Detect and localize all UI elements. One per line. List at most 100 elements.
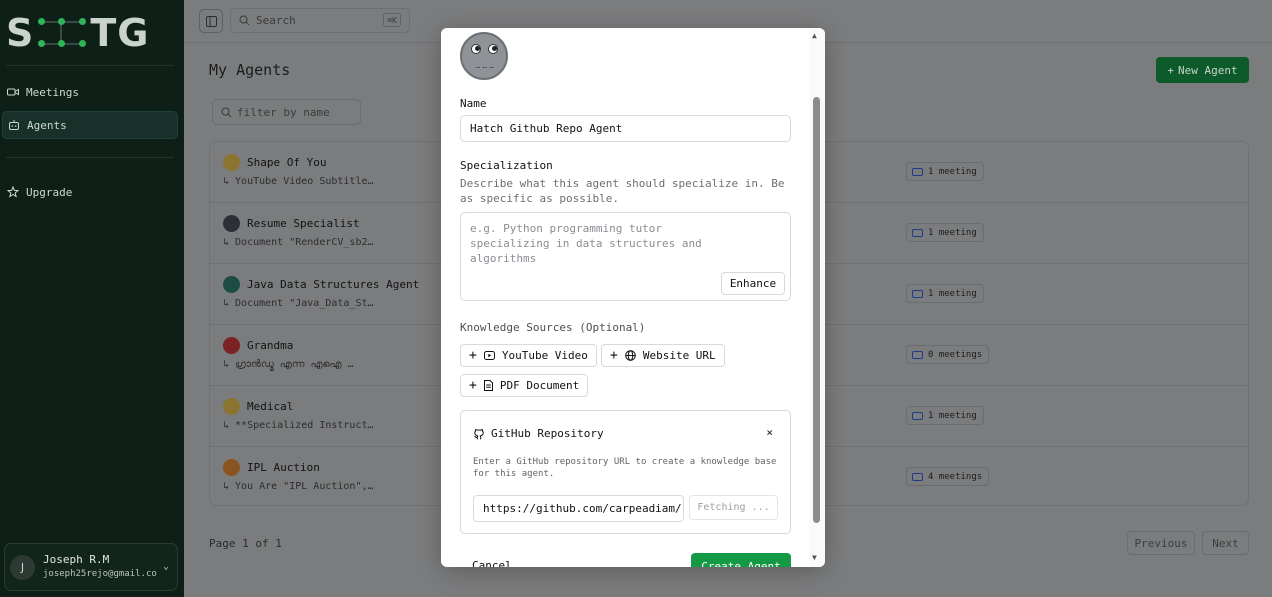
search-icon: [239, 15, 250, 26]
agent-description: ↳ You Are "IPL Auction",…: [223, 481, 374, 492]
pagination-info: Page 1 of 1: [209, 537, 282, 550]
agent-name: Shape Of You: [247, 156, 327, 169]
avatar: J: [10, 554, 35, 580]
plus-icon: +: [469, 378, 477, 393]
name-field[interactable]: Hatch Github Repo Agent: [460, 115, 791, 142]
meeting-count-badge: 1 meeting: [906, 284, 984, 303]
agent-avatar: [223, 398, 240, 415]
github-repository-card: GitHub Repository × Enter a GitHub repos…: [460, 410, 791, 534]
scrollbar-thumb[interactable]: [813, 97, 820, 523]
agent-description: ↳ Document "Java_Data_St…: [223, 298, 374, 309]
github-repository-title: GitHub Repository: [473, 427, 604, 440]
agent-name: Grandma: [247, 339, 294, 352]
agent-description: ↳ YouTube Video Subtitle…: [223, 176, 374, 187]
file-text-icon: [483, 380, 493, 391]
logo-text-left: S: [6, 11, 35, 55]
agent-avatar: [223, 459, 240, 476]
sidebar-item-upgrade[interactable]: Upgrade: [2, 178, 178, 206]
chevron-down-icon: ⌄: [162, 561, 169, 572]
sidebar-toggle-button[interactable]: [199, 9, 223, 33]
name-label: Name: [460, 97, 487, 110]
sidebar-item-agents[interactable]: Agents: [2, 111, 178, 139]
meeting-count: 1 meeting: [928, 410, 977, 421]
enhance-button[interactable]: Enhance: [721, 272, 785, 295]
sidebar-item-label: Meetings: [26, 85, 79, 99]
specialization-placeholder: e.g. Python programming tutor specializi…: [470, 222, 702, 265]
video-icon: [912, 167, 923, 176]
bot-mouth: ⠒⠒⠒: [475, 64, 496, 73]
agent-name: Resume Specialist: [247, 217, 360, 230]
filter-placeholder: filter by name: [237, 105, 330, 119]
video-icon: [912, 289, 923, 298]
shortcut-badge: ⌘K: [383, 13, 401, 27]
agent-name: Medical: [247, 400, 294, 413]
fetching-button[interactable]: Fetching ...: [689, 495, 778, 520]
github-url-input[interactable]: https://github.com/carpeadiam/: [473, 495, 684, 522]
knowledge-sources-label: Knowledge Sources (Optional): [460, 321, 646, 334]
search-placeholder: Search: [256, 14, 296, 27]
logo-text-right: TG: [90, 11, 150, 55]
sidebar-divider: [6, 65, 174, 66]
page-title: My Agents: [209, 61, 291, 79]
github-title-text: GitHub Repository: [491, 427, 604, 440]
add-website-url-button[interactable]: + Website URL: [601, 344, 725, 367]
specialization-help: Describe what this agent should speciali…: [460, 177, 785, 205]
meeting-count: 1 meeting: [928, 166, 977, 177]
scroll-down-icon[interactable]: ▼: [812, 553, 817, 562]
agent-description: ↳ Document "RenderCV_sb2…: [223, 237, 374, 248]
logo-network-icon: [36, 13, 88, 53]
agent-description: ↳ **Specialized Instruct…: [223, 420, 374, 431]
create-agent-button[interactable]: Create Agent: [691, 553, 791, 567]
specialization-textarea[interactable]: e.g. Python programming tutor specializi…: [460, 212, 791, 301]
agent-avatar-bot-icon[interactable]: ⠒⠒⠒: [460, 32, 508, 80]
globe-icon: [625, 350, 636, 361]
agent-name: IPL Auction: [247, 461, 320, 474]
plus-icon: +: [469, 348, 477, 363]
add-youtube-video-button[interactable]: + YouTube Video: [460, 344, 597, 367]
youtube-icon: [483, 351, 495, 360]
sidebar: S TG Meetings Agents Upgrade J Joseph R.…: [0, 0, 184, 597]
modal-scrollbar[interactable]: ▲ ▼: [809, 28, 825, 567]
scroll-up-icon[interactable]: ▲: [812, 31, 817, 40]
agent-avatar: [223, 337, 240, 354]
agent-avatar: [223, 154, 240, 171]
search-input[interactable]: Search ⌘K: [230, 8, 410, 33]
video-icon: [7, 88, 19, 96]
create-agent-dialog: ⠒⠒⠒ Name Hatch Github Repo Agent Special…: [441, 28, 825, 567]
video-icon: [912, 411, 923, 420]
plus-icon: +: [610, 348, 618, 363]
bot-eye: [488, 44, 498, 54]
next-button[interactable]: Next: [1202, 531, 1249, 555]
specialization-label: Specialization: [460, 159, 553, 172]
close-icon[interactable]: ×: [766, 426, 773, 439]
sidebar-item-meetings[interactable]: Meetings: [2, 78, 178, 106]
add-pdf-document-button[interactable]: + PDF Document: [460, 374, 589, 397]
sidebar-divider: [6, 157, 174, 158]
agent-avatar: [223, 276, 240, 293]
filter-input[interactable]: filter by name: [212, 99, 361, 125]
new-agent-button[interactable]: + New Agent: [1156, 57, 1249, 83]
meeting-count: 0 meetings: [928, 349, 983, 360]
previous-button[interactable]: Previous: [1127, 531, 1195, 555]
cancel-button[interactable]: Cancel: [472, 559, 512, 567]
meeting-count-badge: 0 meetings: [906, 345, 990, 364]
star-icon: [7, 186, 19, 198]
pdf-document-label: PDF Document: [499, 379, 580, 392]
user-email: joseph25rejo@gmail.co: [43, 569, 157, 579]
search-icon: [221, 107, 232, 117]
meeting-count-badge: 1 meeting: [906, 223, 984, 242]
github-help: Enter a GitHub repository URL to create …: [473, 457, 777, 479]
meeting-count-badge: 1 meeting: [906, 406, 984, 425]
user-menu-button[interactable]: J Joseph R.M joseph25rejo@gmail.co ⌄: [4, 543, 178, 591]
youtube-video-label: YouTube Video: [501, 349, 588, 362]
meeting-count-badge: 1 meeting: [906, 162, 984, 181]
agent-description: ↳ ഗ്രാൻഡ്മ എന്ന എഐ …: [223, 359, 354, 370]
website-url-label: Website URL: [642, 349, 716, 362]
meeting-count-badge: 4 meetings: [906, 467, 990, 486]
bot-icon: [9, 120, 19, 130]
bot-eye: [471, 44, 481, 54]
agent-avatar: [223, 215, 240, 232]
video-icon: [912, 350, 923, 359]
app-logo[interactable]: S TG: [6, 10, 150, 56]
agent-name: Java Data Structures Agent: [247, 278, 420, 291]
